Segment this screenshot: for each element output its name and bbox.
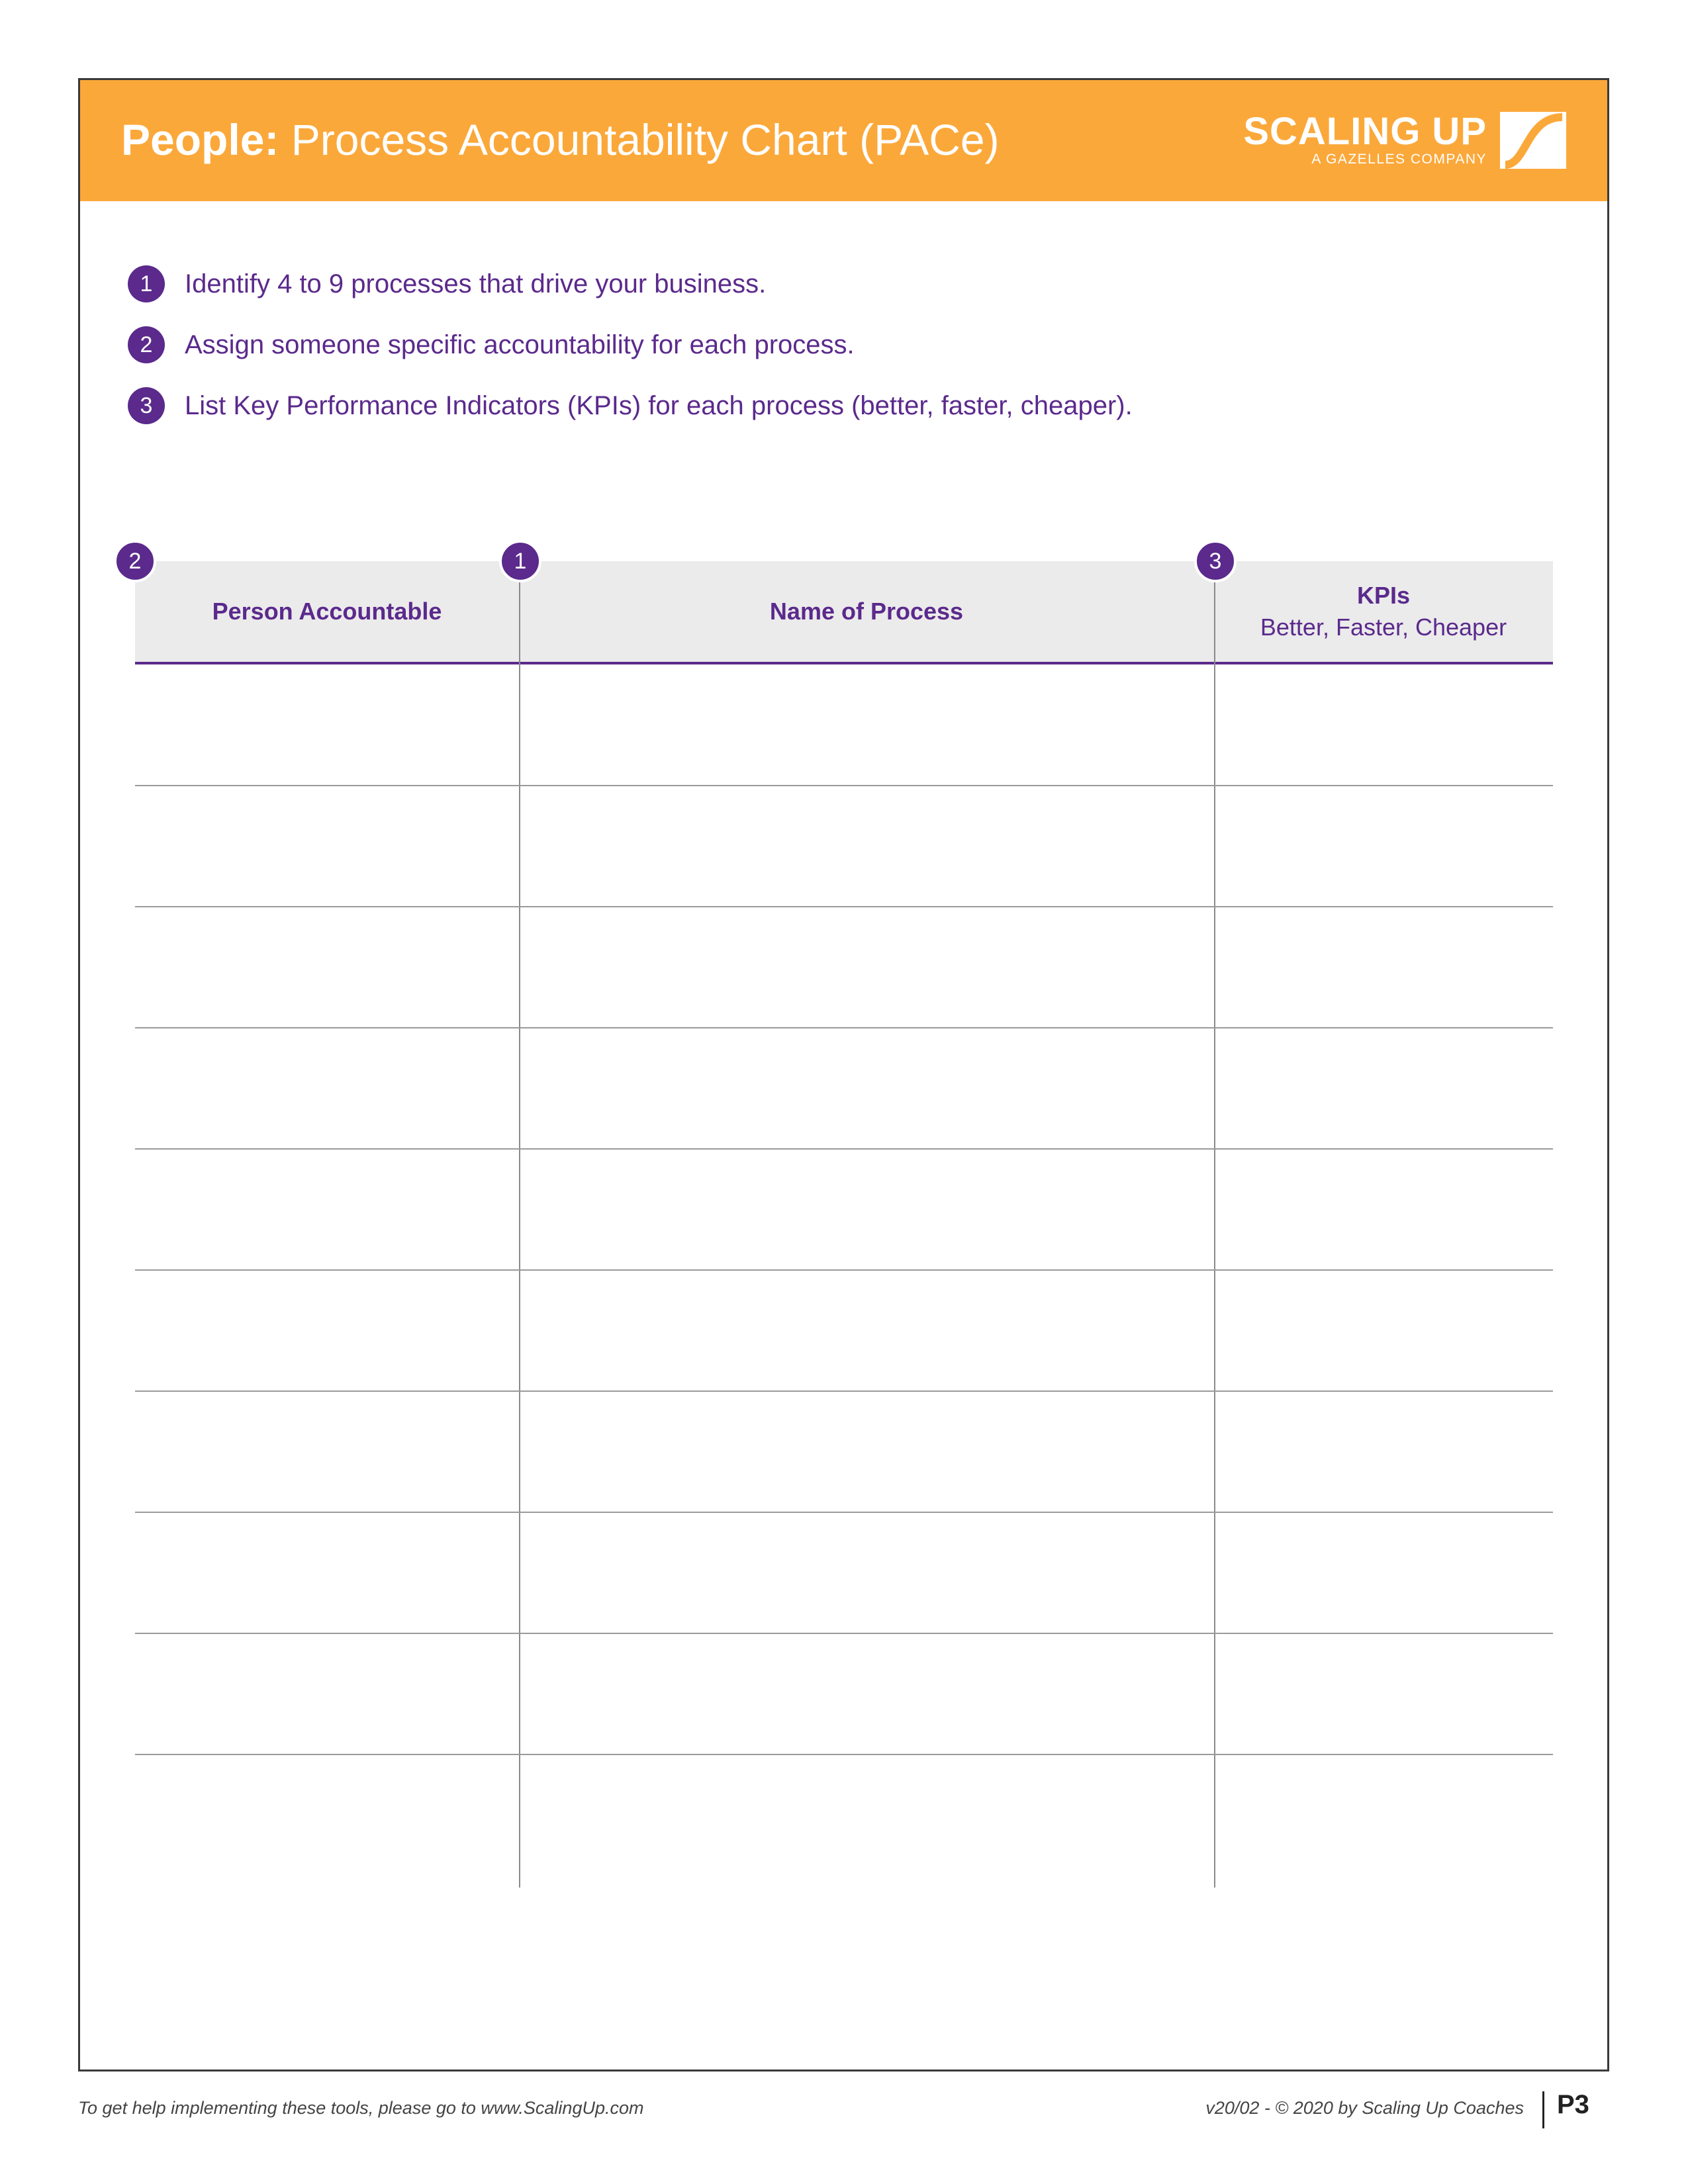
worksheet-frame: People: Process Accountability Chart (PA… (78, 78, 1609, 2071)
row-divider (135, 1512, 1553, 1513)
step-number-badge: 2 (128, 326, 165, 363)
page-title: People: Process Accountability Chart (PA… (121, 113, 1000, 166)
column-header-person: Person Accountable (135, 561, 519, 662)
logo-wordmark: SCALING UP (1243, 110, 1487, 153)
footer-copyright: v20/02 - © 2020 by Scaling Up Coaches (1205, 2098, 1524, 2118)
column-sublabel: Better, Faster, Cheaper (1260, 614, 1507, 641)
row-divider (135, 1754, 1553, 1755)
instruction-step: 1 Identify 4 to 9 processes that drive y… (128, 264, 766, 304)
instruction-step: 2 Assign someone specific accountability… (128, 325, 855, 365)
column-label: Name of Process (769, 598, 964, 625)
logo-s-curve-icon (1500, 112, 1566, 169)
row-divider (135, 1148, 1553, 1150)
page-number: P3 (1557, 2090, 1589, 2119)
column-divider (519, 561, 520, 1888)
row-divider (135, 1633, 1553, 1634)
row-divider (135, 1269, 1553, 1271)
row-divider (135, 906, 1553, 907)
row-divider (135, 785, 1553, 786)
step-text: Assign someone specific accountability f… (185, 330, 855, 359)
column-label: Person Accountable (212, 598, 442, 625)
column-header-process: Name of Process (519, 561, 1214, 662)
footer-help-text: To get help implementing these tools, pl… (78, 2098, 644, 2118)
logo-tagline: A GAZELLES COMPANY (1311, 152, 1487, 167)
title-text: Process Accountability Chart (PACe) (291, 115, 1000, 164)
step-text: Identify 4 to 9 processes that drive you… (185, 269, 767, 298)
column-label: KPIs (1356, 582, 1411, 609)
step-number-badge: 1 (128, 265, 165, 302)
scaling-up-logo: SCALING UP A GAZELLES COMPANY (1243, 111, 1566, 174)
footer-divider (1542, 2091, 1544, 2128)
pace-table: Person Accountable Name of Process KPIs … (114, 540, 1553, 1888)
column-header-kpis: KPIs Better, Faster, Cheaper (1214, 561, 1553, 662)
row-divider (135, 1027, 1553, 1028)
page-header: People: Process Accountability Chart (PA… (80, 80, 1607, 201)
column-divider (1214, 561, 1215, 1888)
column-step-badge: 1 (499, 540, 541, 582)
column-step-badge: 3 (1194, 540, 1237, 582)
title-category: People: (121, 115, 279, 164)
table-header: Person Accountable Name of Process KPIs … (135, 561, 1553, 664)
step-text: List Key Performance Indicators (KPIs) f… (185, 390, 1133, 420)
instruction-step: 3 List Key Performance Indicators (KPIs)… (128, 386, 1133, 426)
column-step-badge: 2 (114, 540, 156, 582)
row-divider (135, 1390, 1553, 1392)
step-number-badge: 3 (128, 387, 165, 424)
